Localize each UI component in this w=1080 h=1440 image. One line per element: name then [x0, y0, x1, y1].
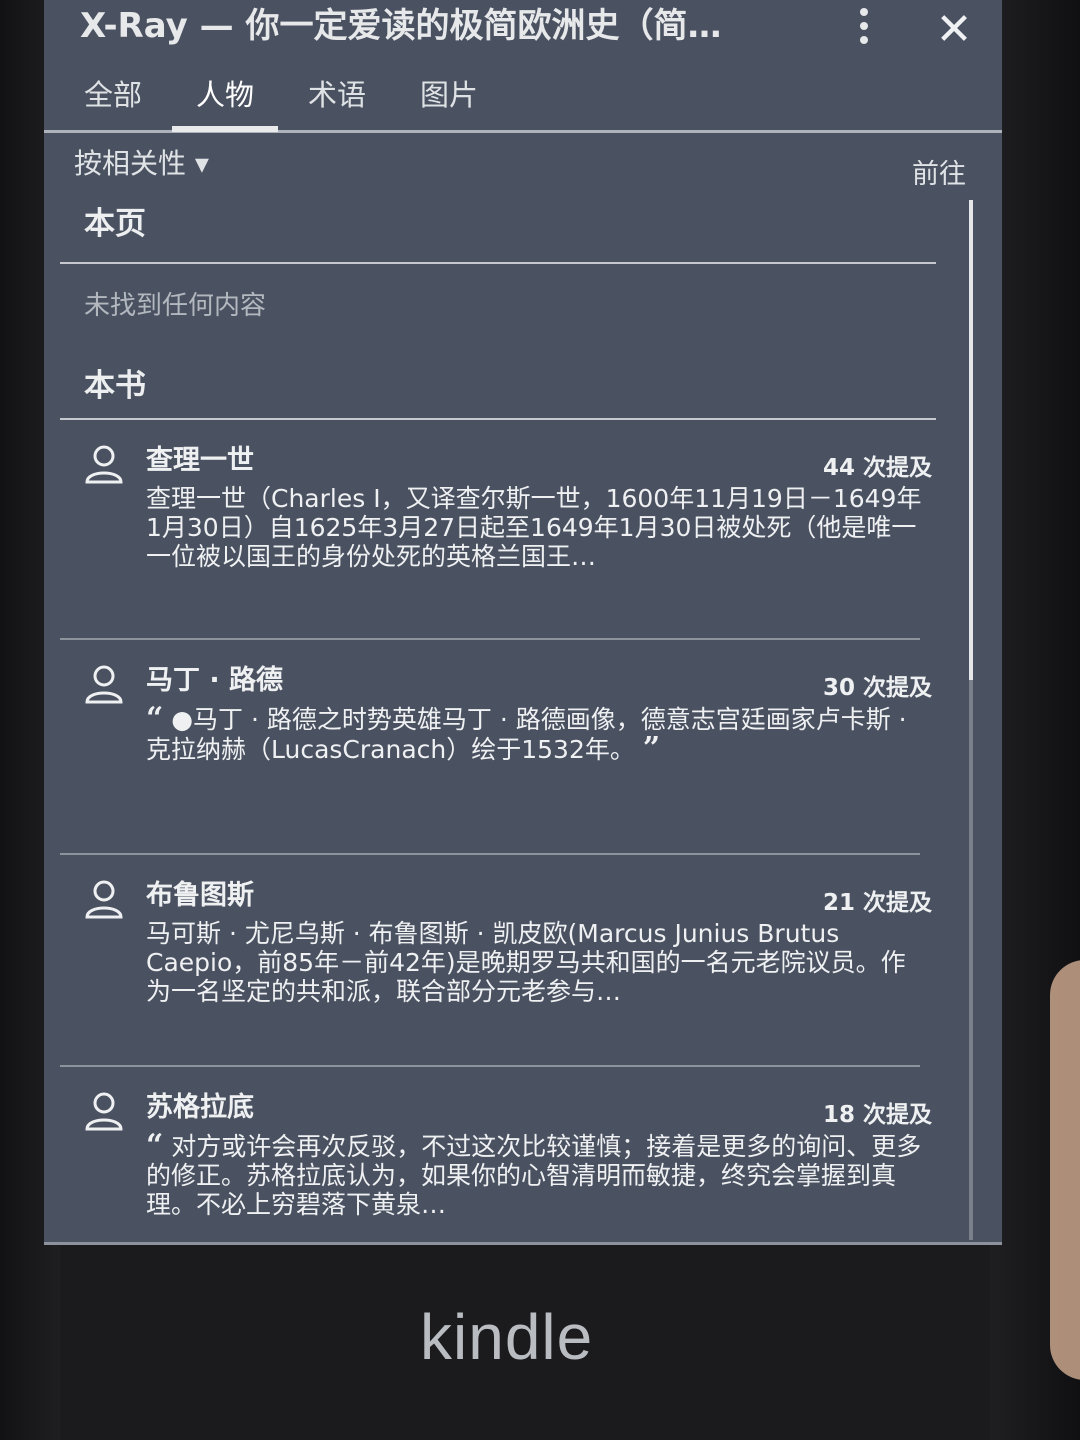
close-quote-mark: ”	[642, 731, 661, 766]
entry-quote-block: “ 对方或许会再次反驳，不过这次比较谨慎；接着是更多的询问、更多的修正。苏格拉底…	[146, 1128, 926, 1220]
tab-images[interactable]: 图片	[420, 72, 478, 122]
entry-quote-block: “ ●马丁 · 路德之时势英雄马丁 · 路德画像，德意志宫廷画家卢卡斯 · 克拉…	[146, 701, 926, 766]
xray-entry[interactable]: 布鲁图斯 21 次提及 马可斯 · 尤尼乌斯 · 布鲁图斯 · 凯皮欧(Marc…	[60, 855, 936, 1067]
page-title: X-Ray — 你一定爱读的极简欧洲史（简…	[80, 6, 722, 46]
xray-screen: X-Ray — 你一定爱读的极简欧洲史（简… ✕ 全部 人物 术语 图片 按相关…	[44, 0, 1002, 1245]
person-icon	[85, 1092, 123, 1131]
divider	[60, 262, 936, 264]
section-this-book-title: 本书	[84, 368, 146, 404]
mention-count: 21 次提及	[822, 890, 932, 916]
scrollbar-thumb[interactable]	[969, 200, 973, 680]
mention-count: 44 次提及	[822, 455, 932, 481]
xray-entry[interactable]: 马丁 · 路德 30 次提及 “ ●马丁 · 路德之时势英雄马丁 · 路德画像，…	[60, 640, 936, 855]
entry-name: 苏格拉底	[146, 1092, 254, 1123]
entry-name: 查理一世	[146, 445, 254, 476]
kindle-logo: kindle	[420, 1301, 594, 1373]
open-quote-mark: “	[146, 1128, 164, 1163]
section-this-page-title: 本页	[84, 206, 146, 242]
tab-terms[interactable]: 术语	[308, 72, 366, 122]
entry-description: 查理一世（Charles I，又译查尔斯一世，1600年11月19日－1649年…	[146, 484, 922, 571]
xray-entry[interactable]: 苏格拉底 18 次提及 “ 对方或许会再次反驳，不过这次比较谨慎；接着是更多的询…	[60, 1067, 936, 1237]
scrollbar[interactable]	[969, 200, 973, 1240]
person-icon	[85, 880, 123, 919]
close-icon[interactable]: ✕	[924, 2, 984, 58]
mention-count: 30 次提及	[822, 675, 932, 701]
entry-name: 马丁 · 路德	[146, 665, 284, 696]
tab-bar: 全部 人物 术语 图片	[84, 72, 532, 132]
open-quote-mark: “	[146, 701, 164, 736]
xray-entry[interactable]: 查理一世 44 次提及 查理一世（Charles I，又译查尔斯一世，1600年…	[60, 420, 936, 640]
goto-button[interactable]: 前往	[912, 152, 966, 191]
sort-dropdown[interactable]: 按相关性 ▾	[74, 142, 209, 182]
person-icon	[85, 665, 123, 704]
mention-count: 18 次提及	[822, 1102, 932, 1128]
entry-description: 对方或许会再次反驳，不过这次比较谨慎；接着是更多的询问、更多的修正。苏格拉底认为…	[146, 1132, 922, 1219]
entry-name: 布鲁图斯	[146, 880, 254, 911]
tab-all[interactable]: 全部	[84, 72, 142, 122]
entry-description: 马可斯 · 尤尼乌斯 · 布鲁图斯 · 凯皮欧(Marcus Junius Br…	[146, 919, 906, 1006]
entry-description: ●马丁 · 路德之时势英雄马丁 · 路德画像，德意志宫廷画家卢卡斯 · 克拉纳赫…	[146, 705, 907, 764]
tab-people[interactable]: 人物	[172, 72, 279, 132]
xray-header: X-Ray — 你一定爱读的极简欧洲史（简… ✕ 全部 人物 术语 图片	[44, 0, 1002, 133]
more-options-icon[interactable]	[854, 8, 874, 48]
empty-message: 未找到任何内容	[84, 291, 267, 321]
person-icon	[85, 445, 123, 484]
hand-edge	[1050, 960, 1080, 1380]
